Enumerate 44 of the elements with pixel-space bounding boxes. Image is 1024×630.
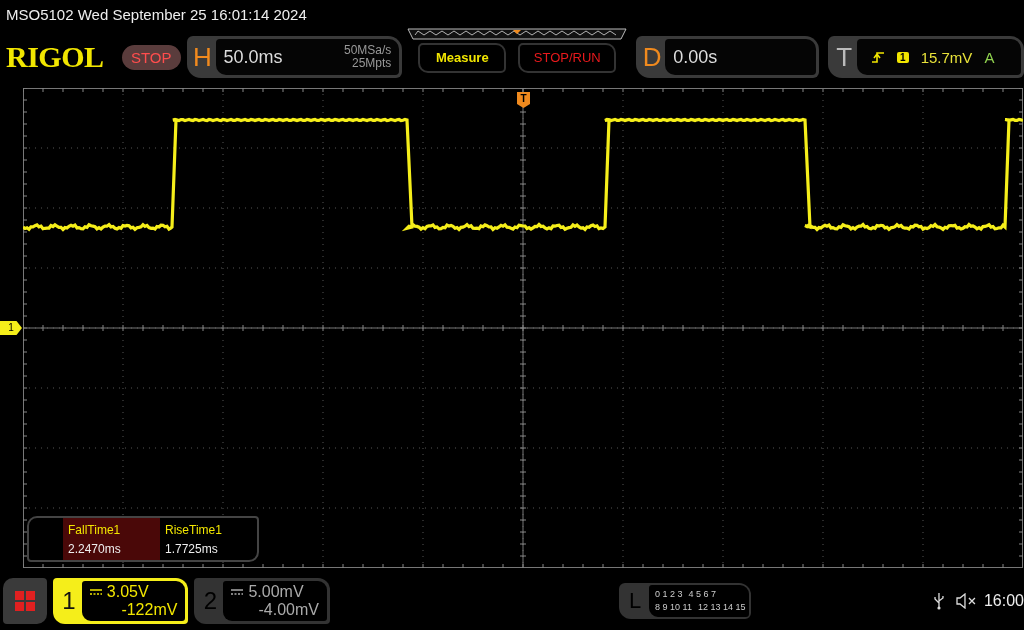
delay-label: D (641, 41, 663, 73)
channel-offset: -4.00mV (258, 601, 319, 619)
measurement-name: FallTime1 (68, 522, 122, 537)
channel-number: 1 (61, 587, 77, 615)
channel-scale: 3.05V (106, 583, 149, 601)
horizontal-panel[interactable]: H 50.0ms 50MSa/s 25Mpts (186, 36, 403, 78)
clock: 16:00 (983, 592, 1024, 610)
measure-button[interactable]: Measure (418, 42, 507, 73)
channel-offset: -122mV (121, 601, 178, 619)
trigger-source-badge: 1 (897, 51, 909, 63)
measurement-value: 1.7725ms (165, 541, 219, 556)
logic-channel-group: 12 13 14 15 (697, 601, 746, 614)
grid-icon (13, 590, 36, 612)
menu-button[interactable] (3, 578, 47, 624)
brand-logo: RIGOL (6, 40, 105, 74)
measurement-value: 2.2470ms (68, 541, 122, 556)
measurement-item[interactable]: FallTime1 2.2470ms (63, 518, 160, 560)
channel-offset-marker[interactable]: 1 (0, 321, 22, 335)
rising-edge-icon (871, 50, 886, 64)
trigger-position-marker[interactable]: T (517, 92, 530, 108)
run-state-badge: STOP (121, 44, 181, 70)
horizontal-label: H (192, 41, 213, 73)
trigger-mode: A (984, 48, 995, 66)
trigger-level: 15.7mV (920, 48, 973, 66)
delay-value: 0.00s (673, 46, 719, 68)
logic-channel-group: 0 1 2 3 (655, 588, 683, 601)
stop-run-button[interactable]: STOP/RUN (518, 42, 617, 73)
channel-panel[interactable]: 1 3.05V -122mV (52, 578, 189, 624)
measurement-item[interactable]: RiseTime1 1.7725ms (160, 518, 257, 560)
delay-panel[interactable]: D 0.00s (636, 36, 820, 78)
logic-channel-group: 4 5 6 7 (688, 588, 717, 601)
measurement-name: RiseTime1 (165, 522, 223, 537)
timebase-value: 50.0ms (223, 46, 284, 68)
dc-coupling-icon (89, 589, 102, 595)
trigger-label: T (835, 41, 854, 73)
usb-icon (934, 592, 945, 610)
status-line: MSO5102 Wed September 25 16:01:14 2024 (5, 5, 308, 25)
channel-scale: 5.00mV (248, 583, 304, 601)
dc-coupling-icon (231, 589, 244, 595)
logic-channel-group: 8 9 10 11 (655, 601, 692, 614)
sample-rate: 50MSa/s (344, 44, 392, 57)
speaker-muted-icon (956, 593, 978, 609)
memory-depth: 25Mpts (352, 57, 392, 70)
trigger-panel[interactable]: T 1 15.7mV A (828, 36, 1024, 78)
